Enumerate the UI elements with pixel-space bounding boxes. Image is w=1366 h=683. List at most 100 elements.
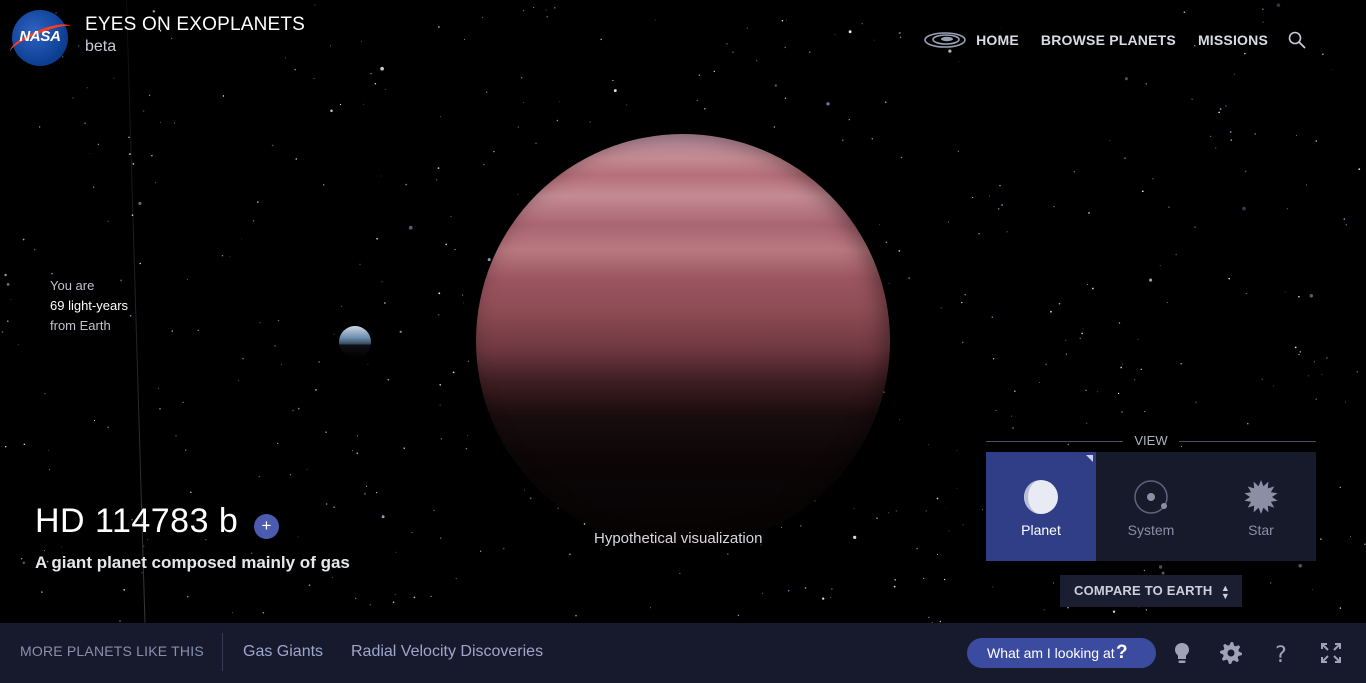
star-dot [940,307,942,309]
star-dot [325,431,327,433]
star-dot [1195,401,1197,403]
star-dot [242,357,244,360]
star-dot [154,182,156,184]
view-star-button[interactable]: Star [1206,452,1316,561]
star-dot [1315,398,1317,400]
star-dot [899,36,902,38]
star-dot [119,620,121,622]
star-dot [107,220,109,222]
nav-browse-planets[interactable]: BROWSE PLANETS [1041,32,1176,48]
star-dot [756,60,758,62]
star-dot [1149,278,1153,282]
star-dot [1065,339,1067,341]
star-dot [1,331,4,333]
star-dot [1296,134,1298,136]
compare-to-earth-select[interactable]: COMPARE TO EARTH ▲ ▼ [1060,575,1242,607]
star-dot [306,468,308,470]
star-dot [363,492,367,496]
star-dot [1144,411,1146,413]
view-planet-button[interactable]: Planet [986,452,1096,561]
star-dot [39,126,41,128]
compare-label: COMPARE TO EARTH [1074,583,1213,598]
star-dot [698,74,701,76]
star-dot [898,31,901,35]
filter-radial-velocity[interactable]: Radial Velocity Discoveries [351,643,543,661]
star-dot [257,201,259,203]
star-dot [437,167,440,169]
star-dot [893,585,896,588]
search-icon[interactable] [1288,31,1306,49]
star-dot [148,94,151,96]
nasa-logo[interactable]: NASA [6,10,76,66]
planet-render[interactable] [476,134,890,548]
star-dot [376,237,378,240]
star-dot [626,104,628,106]
star-dot [554,7,556,9]
star-dot [374,82,377,85]
star-dot [375,491,378,494]
star-dot [380,66,384,71]
star-dot [1158,565,1163,569]
gear-icon[interactable] [1219,641,1243,665]
star-dot [1261,378,1264,380]
star-dot [1358,168,1361,170]
star-dot [48,449,50,452]
star-dot [1053,206,1055,208]
star-dot [1343,218,1346,220]
star-dot [437,313,440,316]
star-dot [822,597,825,600]
star-dot [1254,133,1256,135]
star-dot [773,126,776,128]
help-icon[interactable]: ? [1269,641,1293,665]
star-dot [972,196,974,198]
earth-thumbnail[interactable] [339,326,371,358]
star-dot [1272,385,1274,387]
star-dot [613,89,617,93]
nav-home[interactable]: HOME [976,32,1019,48]
star-dot [23,443,26,445]
star-dot [556,119,559,122]
star-dot [97,143,100,146]
app-title[interactable]: EYES ON EXOPLANETS [85,14,305,36]
star-dot [885,241,887,243]
fullscreen-icon[interactable] [1319,641,1343,665]
star-dot [280,363,282,365]
star-dot [998,208,1000,210]
star-dot [1141,190,1144,193]
active-corner-indicator [1086,455,1093,462]
star-dot [945,507,947,508]
star-dot [1085,422,1088,425]
galaxy-icon[interactable] [924,30,966,50]
star-dot [988,195,990,197]
view-system-button[interactable]: System [1096,452,1206,561]
star-dot [61,546,63,548]
star-dot [1039,381,1041,384]
star-dot [1276,3,1281,7]
star-dot [314,4,316,6]
star-dot [439,384,441,386]
star-dot [545,9,547,11]
what-am-i-looking-at-button[interactable]: What am I looking at ? [967,638,1156,668]
star-dot [84,122,86,124]
svg-text:?: ? [1275,643,1287,665]
star-dot [522,9,525,12]
star-dot [960,301,963,304]
star-dot [1219,108,1222,110]
star-dot [873,39,875,41]
star-dot [762,592,763,594]
star-dot [370,72,372,75]
planet-info-plus-button[interactable]: + [254,514,279,539]
star-dot [297,407,300,410]
star-dot [465,447,468,450]
star-dot [853,535,857,540]
star-dot [463,302,464,304]
star-dot [964,294,966,296]
star-dot [861,23,863,25]
star-dot [380,175,382,177]
filter-gas-giants[interactable]: Gas Giants [243,643,323,661]
nav-missions[interactable]: MISSIONS [1198,32,1268,48]
star-dot [384,88,386,90]
star-dot [352,450,354,452]
star-dot [72,97,74,99]
lightbulb-icon[interactable] [1170,641,1194,665]
